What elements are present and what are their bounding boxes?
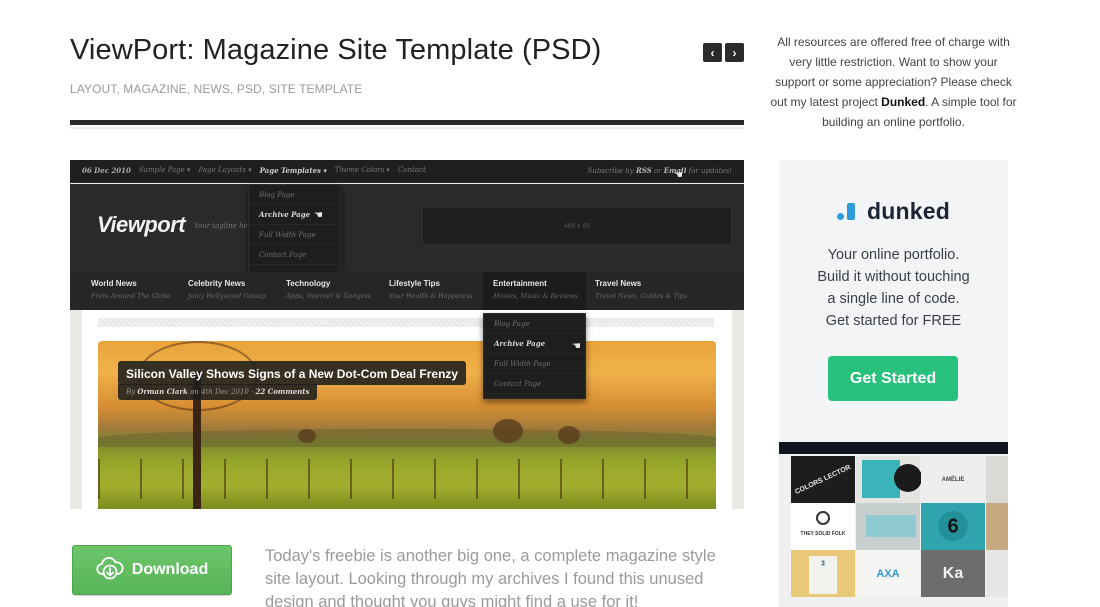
tag-link[interactable]: LAYOUT — [70, 82, 116, 96]
preview-dropdown-item: Full Width Page — [249, 225, 340, 245]
preview-content-area: Silicon Valley Shows Signs of a New Dot-… — [82, 310, 732, 509]
preview-feature-caption: Silicon Valley Shows Signs of a New Dot-… — [118, 361, 467, 385]
preview-dropdown-item: Blog Page — [249, 185, 340, 205]
post-intro: Today's freebie is another big one, a co… — [265, 547, 716, 607]
preview-dropdown-item: Blog Page — [484, 314, 585, 334]
download-label: Download — [131, 561, 209, 578]
tag-link[interactable]: SITE TEMPLATE — [269, 82, 363, 96]
preview-feature-title: Silicon Valley Shows Signs of a New Dot-… — [126, 367, 459, 381]
preview-topbar: 06 Dec 2010 Sample Page ▾ Page Layouts ▾… — [70, 160, 744, 183]
preview-dropdown-item: Archive Page — [484, 334, 585, 354]
preview-date: 06 Dec 2010 — [82, 166, 131, 175]
preview-tagline: Your tagline here — [194, 222, 256, 230]
divider — [70, 127, 744, 129]
template-preview-image[interactable]: 06 Dec 2010 Sample Page ▾ Page Layouts ▾… — [70, 160, 744, 509]
preview-menu-item: Lifestyle Tips Your Health & Happiness — [389, 279, 473, 300]
preview-feature-meta: By Orman Clark on 4th Dec 2010 · 22 Comm… — [118, 384, 318, 400]
preview-dropdown-item: Contact Page — [249, 245, 340, 265]
preview-logo: Viewport — [97, 212, 186, 237]
preview-subscribe: Subscribe by RSS or Email for updates! — [587, 166, 732, 175]
post-title: ViewPort: Magazine Site Template (PSD) — [70, 34, 602, 66]
preview-entertainment-dropdown: Blog Page Archive Page Full Width Page C… — [483, 313, 586, 399]
next-post-button[interactable]: › — [725, 43, 744, 62]
preview-main-menu: World News From Around The Globe Celebrit… — [70, 272, 744, 310]
preview-menu-item: World News From Around The Globe — [91, 279, 171, 300]
portfolio-tile — [986, 456, 1008, 503]
support-message: All resources are offered free of charge… — [770, 35, 1017, 129]
divider — [70, 120, 744, 125]
preview-topbar-link: Theme Colors ▾ — [334, 166, 390, 174]
get-started-button[interactable]: Get Started — [828, 356, 958, 401]
portfolio-tile: Ka — [921, 550, 985, 597]
preview-menu-item: Celebrity News Juicy Hollywood Gossip — [188, 279, 266, 300]
dunked-logo-icon — [837, 201, 857, 223]
chevron-left-icon: ‹ — [710, 45, 715, 60]
hand-cursor-icon: ☚ — [572, 341, 581, 352]
preview-header: Viewport Your tagline here 468 x 60 — [70, 184, 744, 272]
preview-dropdown-item: Full Width Page — [484, 354, 585, 374]
preview-topbar-link: Page Layouts ▾ — [198, 166, 252, 174]
portfolio-tile — [986, 550, 1008, 597]
preview-topbar-link: Page Templates ▾ — [259, 166, 327, 175]
hand-cursor-icon: ☚ — [674, 170, 683, 181]
portfolio-tile — [856, 456, 922, 503]
previous-post-button[interactable]: ‹ — [703, 43, 722, 62]
dunked-ad-copy: Your online portfolio. Build it without … — [817, 247, 970, 329]
dunked-link[interactable]: Dunked — [881, 95, 925, 109]
portfolio-tile: THEY SOLID FOLK — [791, 503, 855, 550]
preview-menu-item: Entertainment Movies, Music & Reviews — [483, 272, 586, 310]
preview-page-templates-dropdown: Blog Page Archive Page Full Width Page C… — [248, 184, 341, 273]
hand-cursor-icon: ☚ — [314, 210, 323, 221]
portfolio-tile: AXA — [856, 550, 920, 597]
preview-topbar-link: Contact — [397, 166, 426, 174]
ad-divider-bar — [779, 442, 1008, 454]
preview-menu-item: Technology Apps, Internet & Gadgets — [286, 279, 371, 300]
chevron-right-icon: › — [732, 45, 737, 60]
preview-topbar-link: Sample Page ▾ — [138, 166, 191, 174]
tag-link[interactable]: MAGAZINE — [123, 82, 186, 96]
dunked-advertisement[interactable]: dunked Your online portfolio. Build it w… — [779, 160, 1008, 442]
preview-ad-placeholder: 468 x 60 — [422, 207, 732, 245]
post-navigation: ‹ › — [703, 43, 744, 62]
tag-link[interactable]: PSD — [237, 82, 262, 96]
preview-dropdown-item: Contact Page — [484, 374, 585, 394]
portfolio-showcase-image[interactable]: COLORS LECTOR AMÉLIE THEY SOLID FOLK 6 3… — [779, 454, 1008, 607]
portfolio-tile: 6 — [921, 503, 985, 550]
post-tags: LAYOUT, MAGAZINE, NEWS, PSD, SITE TEMPLA… — [70, 82, 363, 96]
preview-dropdown-item: Archive Page — [249, 205, 340, 225]
preview-menu-item: Travel News Travel News, Guides & Tips — [595, 279, 688, 300]
tag-link[interactable]: NEWS — [194, 82, 230, 96]
download-button[interactable]: Download — [72, 545, 232, 595]
portfolio-tile — [986, 503, 1008, 550]
portfolio-tile — [856, 503, 920, 550]
portfolio-tile: AMÉLIE — [921, 456, 985, 503]
cloud-download-icon — [96, 555, 124, 586]
portfolio-tile: COLORS LECTOR — [791, 456, 855, 503]
portfolio-tile: 3 — [791, 550, 855, 597]
dunked-wordmark: dunked — [867, 198, 950, 224]
dunked-logo: dunked — [779, 198, 1008, 225]
